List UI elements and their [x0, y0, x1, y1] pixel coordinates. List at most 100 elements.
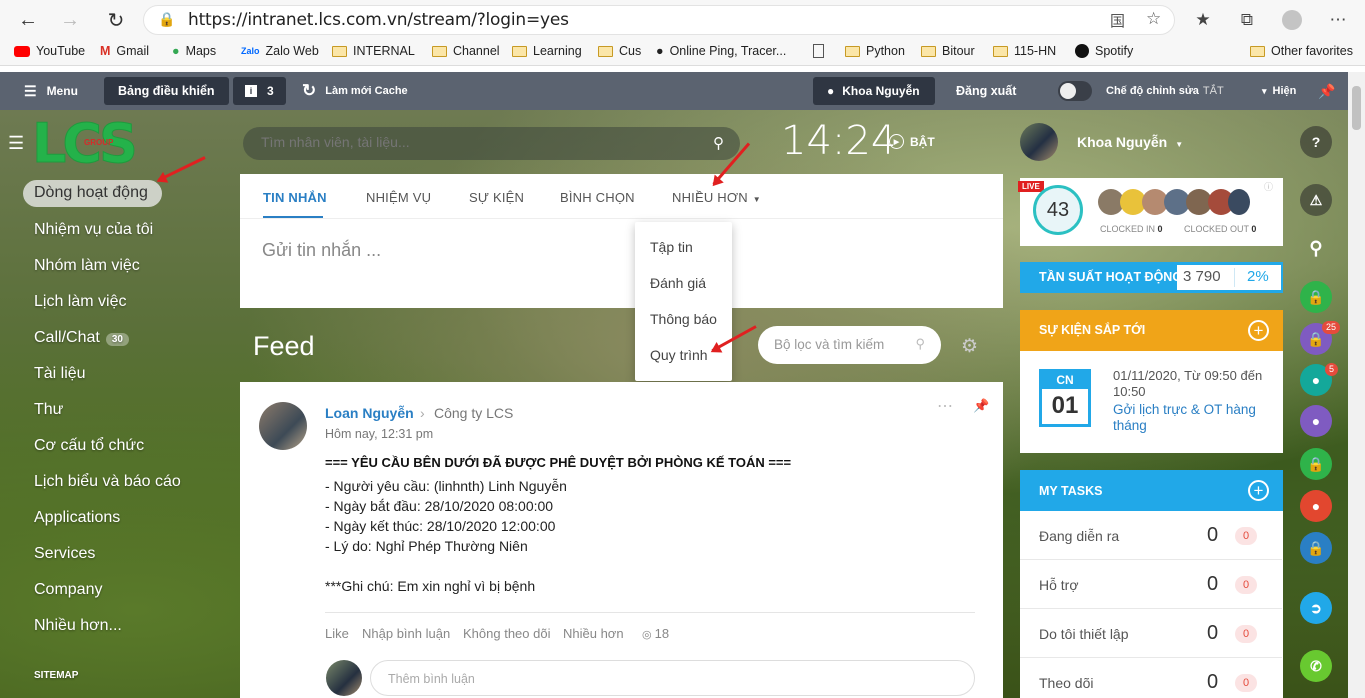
- toggle-switch[interactable]: [1058, 81, 1092, 101]
- sidebar-item-calendar[interactable]: Lịch làm việc: [34, 293, 126, 311]
- bookmark-page[interactable]: [813, 44, 824, 58]
- pin-icon[interactable]: 📌: [973, 398, 989, 414]
- sidebar-item-applications[interactable]: Applications: [34, 509, 120, 527]
- bookmark-other-favorites[interactable]: Other favorites: [1250, 44, 1353, 58]
- bookmark-spotify[interactable]: Spotify: [1075, 44, 1133, 58]
- sidebar-item-my-tasks[interactable]: Nhiệm vụ của tôi: [34, 221, 153, 239]
- bookmark-gmail[interactable]: M Gmail: [100, 44, 149, 58]
- search-input[interactable]: [261, 134, 691, 150]
- comment-input[interactable]: Thêm bình luận: [370, 660, 975, 696]
- post-target[interactable]: Công ty LCS: [434, 405, 513, 421]
- exit-icon[interactable]: ➲: [1300, 592, 1332, 624]
- unfollow-link[interactable]: Không theo dõi: [463, 626, 550, 641]
- activity-frequency[interactable]: TẦN SUẤT HOẠT ĐỘNG 3 790 2%: [1020, 262, 1283, 293]
- feed-filter-search[interactable]: Bộ lọc và tìm kiếm ⚲: [758, 326, 941, 364]
- like-link[interactable]: Like: [325, 626, 349, 641]
- lock-icon[interactable]: 🔒: [1300, 532, 1332, 564]
- sidebar-item-mail[interactable]: Thư: [34, 401, 63, 419]
- star-icon[interactable]: ☆: [1146, 9, 1161, 29]
- search-icon[interactable]: ⚲: [915, 336, 925, 352]
- task-row-in-progress[interactable]: Đang diễn ra 0 0: [1020, 511, 1282, 560]
- event-link[interactable]: Gởi lịch trực & OT hàng tháng: [1113, 402, 1273, 434]
- post-author[interactable]: Loan Nguyễn: [325, 405, 414, 421]
- menu-item-workflow[interactable]: Quy trình: [650, 347, 708, 363]
- bookmark-maps[interactable]: ● Maps: [172, 44, 216, 58]
- sidebar-item-workgroups[interactable]: Nhóm làm việc: [34, 257, 140, 275]
- global-search[interactable]: ⚲: [243, 127, 740, 160]
- bookmark-115hn[interactable]: 115-HN: [993, 44, 1056, 58]
- add-task-icon[interactable]: +: [1248, 480, 1269, 501]
- post-menu-icon[interactable]: ⋯: [937, 396, 953, 416]
- lcs-logo[interactable]: LCS GROUP: [32, 115, 162, 172]
- menu-button[interactable]: ☰ Menu: [24, 72, 78, 110]
- user-icon[interactable]: ●: [1300, 405, 1332, 437]
- tab-poll[interactable]: BÌNH CHỌN: [560, 190, 635, 205]
- dashboard-button[interactable]: Bảng điều khiển: [104, 77, 229, 105]
- sidebar-item-company[interactable]: Company: [34, 581, 102, 599]
- address-bar[interactable]: 🔒 https://intranet.lcs.com.vn/stream/?lo…: [143, 5, 1175, 35]
- bookmark-internal[interactable]: INTERNAL: [332, 44, 415, 58]
- help-icon[interactable]: ⓘ: [1264, 180, 1273, 193]
- notifications-button[interactable]: i3: [233, 77, 286, 105]
- reload-icon[interactable]: ↻: [100, 4, 132, 36]
- profile-icon[interactable]: [1280, 8, 1304, 32]
- add-event-icon[interactable]: +: [1248, 320, 1269, 341]
- menu-item-review[interactable]: Đánh giá: [650, 275, 706, 291]
- avatar[interactable]: [259, 402, 307, 450]
- forward-icon[interactable]: →: [54, 4, 86, 36]
- bookmark-learning[interactable]: Learning: [512, 44, 582, 58]
- translate-icon[interactable]: 国: [1110, 10, 1125, 31]
- sidebar-item-org-structure[interactable]: Cơ cấu tổ chức: [34, 437, 144, 455]
- bookmark-youtube[interactable]: YouTube: [14, 44, 85, 58]
- tab-task[interactable]: NHIỆM VỤ: [366, 190, 431, 205]
- comment-link[interactable]: Nhập bình luận: [362, 626, 450, 641]
- search-icon[interactable]: ⚲: [1300, 232, 1332, 264]
- lock-icon[interactable]: 🔒: [1300, 281, 1332, 313]
- tab-more[interactable]: NHIỀU HƠN ▼: [672, 190, 761, 205]
- sidebar-item-activity-stream[interactable]: Dòng hoạt động: [34, 184, 148, 202]
- edit-mode-toggle[interactable]: Chế độ chỉnh sửa TẮT: [1058, 72, 1224, 110]
- task-row-set-by-me[interactable]: Do tôi thiết lập 0 0: [1020, 609, 1282, 658]
- clock-toggle-button[interactable]: ▶ BẬT: [889, 134, 935, 149]
- scrollbar[interactable]: [1348, 72, 1365, 698]
- sidebar-item-reports[interactable]: Lịch biểu và báo cáo: [34, 473, 181, 491]
- task-row-assisting[interactable]: Hỗ trợ 0 0: [1020, 560, 1282, 609]
- user-name[interactable]: Khoa Nguyễn ▼: [1077, 134, 1183, 150]
- logout-link[interactable]: Đăng xuất: [956, 72, 1016, 110]
- settings-gear-icon[interactable]: ⚙: [961, 335, 978, 358]
- more-link[interactable]: Nhiều hơn: [563, 626, 624, 641]
- scrollbar-thumb[interactable]: [1352, 86, 1361, 130]
- lock-icon[interactable]: 🔒: [1300, 448, 1332, 480]
- show-toggle[interactable]: ▾ Hiện: [1262, 72, 1296, 110]
- favorites-icon[interactable]: ★: [1191, 8, 1215, 32]
- tab-event[interactable]: SỰ KIỆN: [469, 190, 524, 205]
- hamburger-icon[interactable]: ☰: [8, 133, 24, 154]
- bookmark-online-ping[interactable]: ● Online Ping, Tracer...: [656, 44, 786, 58]
- bookmark-cus[interactable]: Cus: [598, 44, 641, 58]
- menu-item-announcement[interactable]: Thông báo: [650, 311, 717, 327]
- sitemap-label[interactable]: SITEMAP: [34, 670, 78, 681]
- sidebar-item-documents[interactable]: Tài liệu: [34, 365, 86, 383]
- tab-message[interactable]: TIN NHẮN: [263, 190, 327, 205]
- bookmark-zalo[interactable]: Zalo Zalo Web: [241, 44, 319, 58]
- post-time[interactable]: Hôm nay, 12:31 pm: [325, 427, 433, 441]
- user-button[interactable]: ● Khoa Nguyễn: [813, 77, 935, 105]
- user-avatar[interactable]: [1020, 123, 1058, 161]
- user-icon[interactable]: ●: [1300, 490, 1332, 522]
- help-icon[interactable]: ?: [1300, 126, 1332, 158]
- bookmark-python[interactable]: Python: [845, 44, 905, 58]
- message-input[interactable]: Gửi tin nhắn ...: [262, 240, 381, 261]
- sidebar-item-more[interactable]: Nhiều hơn...: [34, 617, 122, 635]
- search-icon[interactable]: ⚲: [713, 134, 724, 152]
- sidebar-item-call-chat[interactable]: Call/Chat 30: [34, 329, 129, 347]
- online-avatars[interactable]: [1098, 189, 1250, 215]
- pin-icon[interactable]: 📌: [1318, 72, 1335, 110]
- sidebar-item-services[interactable]: Services: [34, 545, 95, 563]
- bookmark-bitour[interactable]: Bitour: [921, 44, 975, 58]
- refresh-cache-button[interactable]: ↻ Làm mới Cache: [302, 72, 408, 110]
- bell-icon[interactable]: ⚠: [1300, 184, 1332, 216]
- task-row-following[interactable]: Theo dõi 0 0: [1020, 658, 1282, 698]
- more-icon[interactable]: ⋯: [1326, 8, 1350, 32]
- phone-icon[interactable]: ✆: [1300, 650, 1332, 682]
- bookmark-channel[interactable]: Channel: [432, 44, 500, 58]
